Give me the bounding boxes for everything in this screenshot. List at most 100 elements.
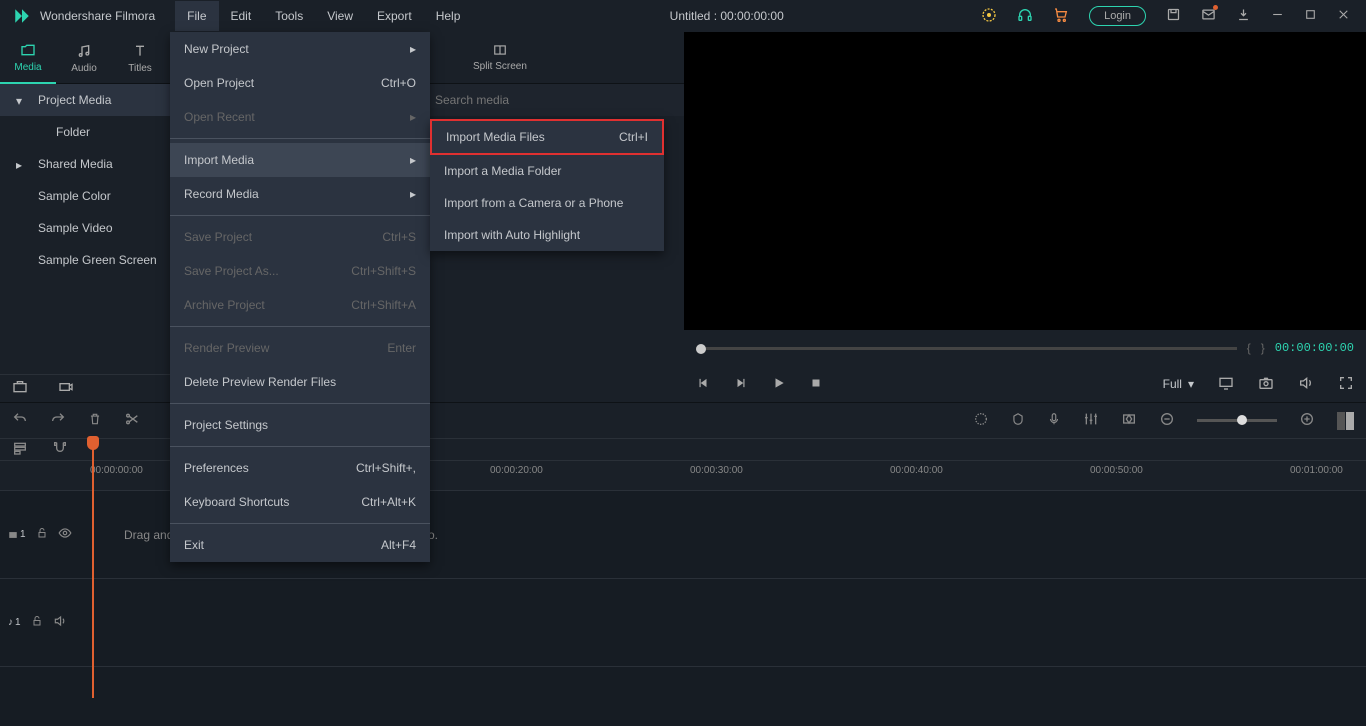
fm-project-settings[interactable]: Project Settings [170,408,430,442]
message-icon[interactable] [1201,7,1216,25]
track-manager-icon[interactable] [12,440,28,459]
minimize-icon[interactable] [1271,8,1284,24]
fm-archive-project[interactable]: Archive ProjectCtrl+Shift+A [170,288,430,322]
sm-import-camera[interactable]: Import from a Camera or a Phone [430,187,664,219]
chevron-down-icon: ▾ [16,94,22,108]
preview-panel: { } 00:00:00:00 Full ▾ [684,32,1366,402]
track-head: 1 [0,526,90,543]
menu-help[interactable]: Help [424,1,473,31]
sm-import-files[interactable]: Import Media FilesCtrl+I [430,119,664,155]
mixer-icon[interactable] [1083,411,1099,430]
voiceover-icon[interactable] [1047,411,1061,430]
tab-titles[interactable]: Titles [112,32,168,84]
sidebar-item-sample-green[interactable]: Sample Green Screen [0,244,175,276]
empty-track[interactable] [0,666,1366,726]
menu-view[interactable]: View [315,1,365,31]
headphones-icon[interactable] [1017,7,1033,26]
menu-export[interactable]: Export [365,1,424,31]
cart-icon[interactable] [1053,7,1069,26]
tab-audio-label: Audio [71,63,97,74]
menu-file[interactable]: File [175,1,218,31]
zoom-in-icon[interactable] [1299,411,1315,430]
fm-keyboard-shortcuts[interactable]: Keyboard ShortcutsCtrl+Alt+K [170,485,430,519]
quality-select[interactable]: Full ▾ [1163,377,1194,391]
volume-icon[interactable] [1298,375,1314,394]
fm-record-media[interactable]: Record Media▸ [170,177,430,211]
fullscreen-icon[interactable] [1338,375,1354,394]
zoom-fit-icon[interactable] [1337,412,1354,430]
fm-save-project-as[interactable]: Save Project As...Ctrl+Shift+S [170,254,430,288]
lock-icon[interactable] [31,615,43,630]
track-head: ♪1 [0,614,90,631]
login-button[interactable]: Login [1089,6,1146,26]
visibility-icon[interactable] [58,526,72,543]
mute-icon[interactable] [53,614,67,631]
save-icon[interactable] [1166,7,1181,25]
import-icon[interactable] [12,379,28,398]
preview-scrubber[interactable] [696,347,1237,350]
menu-separator [170,523,430,524]
play-icon[interactable] [772,376,786,393]
menu-edit[interactable]: Edit [219,1,264,31]
menubar: File Edit Tools View Export Help [175,1,472,31]
chevron-right-icon: ▸ [410,110,416,124]
split-icon[interactable] [124,411,140,430]
tab-audio[interactable]: Audio [56,32,112,84]
record-icon[interactable] [58,379,74,398]
zoom-slider-thumb[interactable] [1237,415,1247,425]
fm-save-project[interactable]: Save ProjectCtrl+S [170,220,430,254]
close-icon[interactable] [1337,8,1350,24]
menu-tools[interactable]: Tools [263,1,315,31]
sidebar-item-project-media[interactable]: ▾ Project Media [0,84,175,116]
fm-preferences[interactable]: PreferencesCtrl+Shift+, [170,451,430,485]
bracket-open[interactable]: { [1247,341,1251,355]
snapshot-icon[interactable] [1258,375,1274,394]
sidebar-item-shared-media[interactable]: ▸ Shared Media [0,148,175,180]
split-screen-button[interactable]: Split Screen [473,43,527,72]
bracket-close[interactable]: } [1261,341,1265,355]
sidebar-label: Shared Media [38,157,113,171]
magnet-icon[interactable] [52,440,68,459]
fm-delete-render[interactable]: Delete Preview Render Files [170,365,430,399]
document-title: Untitled : 00:00:00:00 [472,9,981,23]
fm-open-recent[interactable]: Open Recent▸ [170,100,430,134]
titlebar-actions: Login [981,6,1362,26]
playhead[interactable] [92,438,94,698]
fm-open-project[interactable]: Open ProjectCtrl+O [170,66,430,100]
tips-icon[interactable] [981,7,997,26]
fm-new-project[interactable]: New Project▸ [170,32,430,66]
sidebar-item-sample-color[interactable]: Sample Color [0,180,175,212]
zoom-out-icon[interactable] [1159,411,1175,430]
fm-import-media[interactable]: Import Media▸ [170,143,430,177]
preview-buttons: Full ▾ [684,366,1366,402]
ruler-mark: 00:00:30:00 [690,465,743,476]
redo-icon[interactable] [50,411,66,430]
keyframe-icon[interactable] [1121,411,1137,430]
preview-scrubber-row: { } 00:00:00:00 [684,330,1366,366]
menu-separator [170,138,430,139]
zoom-slider[interactable] [1197,419,1277,422]
download-icon[interactable] [1236,7,1251,25]
scrubber-handle[interactable] [696,344,706,354]
next-frame-icon[interactable] [734,376,748,393]
undo-icon[interactable] [12,411,28,430]
lock-icon[interactable] [36,527,48,542]
prev-frame-icon[interactable] [696,376,710,393]
render-icon[interactable] [973,411,989,430]
delete-icon[interactable] [88,411,102,430]
audio-track-1[interactable]: ♪1 [0,578,1366,666]
tab-media[interactable]: Media [0,32,56,84]
menu-separator [170,446,430,447]
marker-icon[interactable] [1011,411,1025,430]
chevron-right-icon: ▸ [410,153,416,167]
display-icon[interactable] [1218,375,1234,394]
maximize-icon[interactable] [1304,8,1317,24]
sm-import-highlight[interactable]: Import with Auto Highlight [430,219,664,251]
sidebar-item-sample-video[interactable]: Sample Video [0,212,175,244]
sidebar-item-folder[interactable]: Folder [0,116,175,148]
sidebar-label: Project Media [38,93,111,107]
stop-icon[interactable] [810,377,822,392]
fm-render-preview[interactable]: Render PreviewEnter [170,331,430,365]
fm-exit[interactable]: ExitAlt+F4 [170,528,430,562]
sm-import-folder[interactable]: Import a Media Folder [430,155,664,187]
